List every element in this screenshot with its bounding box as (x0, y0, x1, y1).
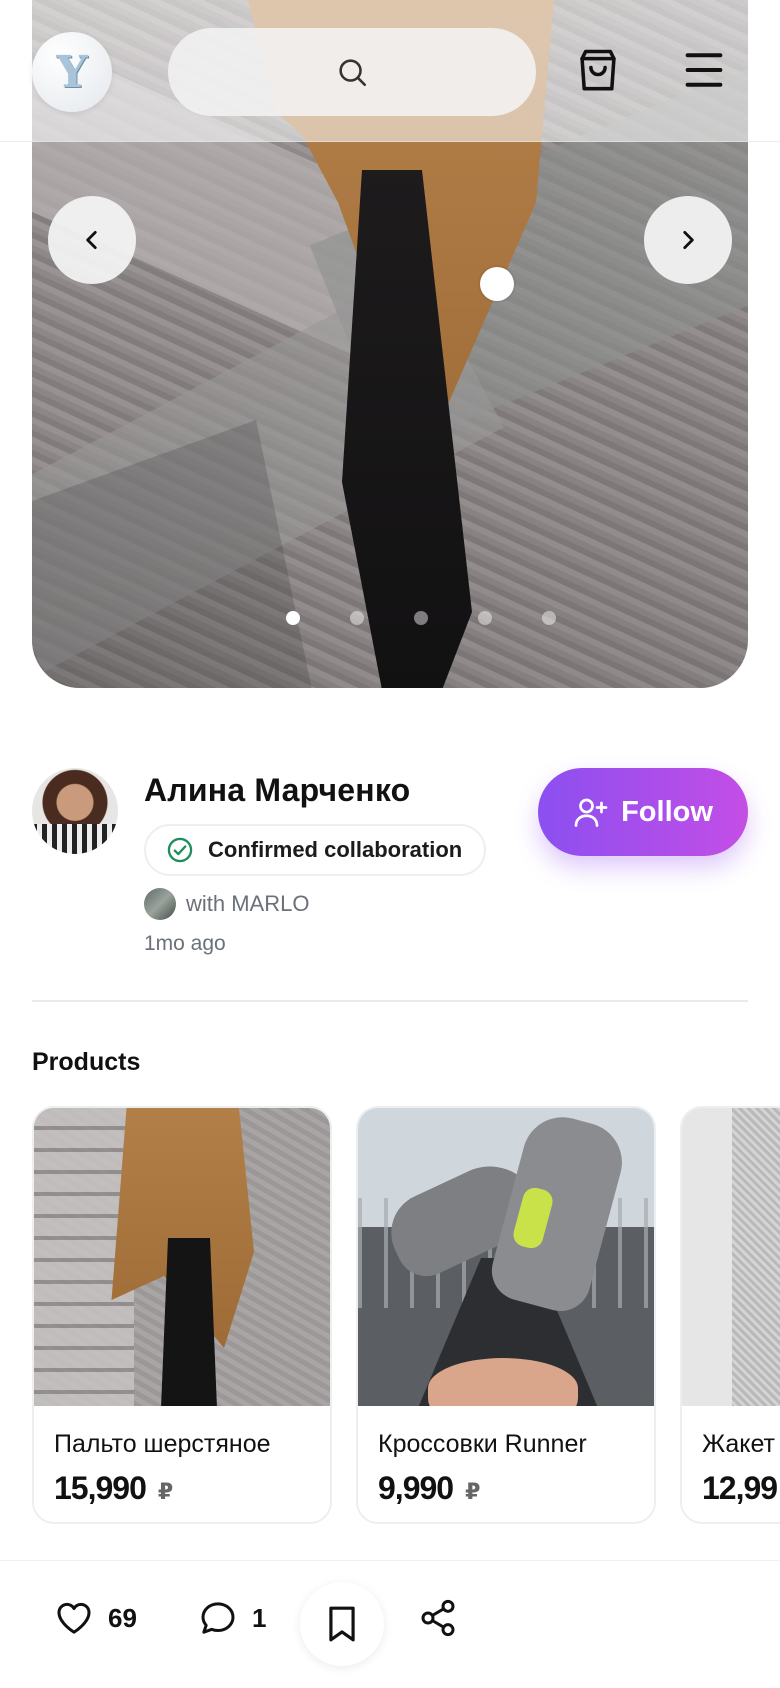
currency-symbol: ₽ (157, 1479, 174, 1504)
bookmark-button[interactable] (300, 1582, 384, 1666)
comment-count: 1 (252, 1602, 267, 1633)
brand-collab-text: with MARLO (186, 891, 310, 916)
verified-check-icon (167, 837, 193, 863)
comment-icon (201, 1602, 235, 1634)
search-button[interactable] (168, 28, 536, 116)
carousel-dot[interactable] (350, 611, 364, 625)
product-price: 12,99 (702, 1470, 780, 1507)
product-name: Пальто шерстяное (54, 1430, 271, 1458)
product-image (682, 1108, 780, 1406)
logo-letter: Y (56, 46, 88, 98)
products-title: Products (32, 1048, 141, 1076)
heart-icon (57, 1602, 91, 1634)
carousel-dot[interactable] (478, 611, 492, 625)
price-value: 15,990 (54, 1470, 147, 1506)
price-value: 9,990 (378, 1470, 454, 1506)
product-card[interactable]: Пальто шерстяное 15,990 ₽ (32, 1106, 332, 1524)
product-image (34, 1108, 330, 1406)
author-avatar[interactable] (32, 768, 118, 854)
app-logo[interactable]: Y (32, 32, 112, 112)
like-button[interactable]: 69 (54, 1598, 137, 1638)
product-name: Жакет (702, 1430, 776, 1458)
brand-collab-row[interactable]: with MARLO (144, 888, 309, 920)
collaboration-label: Confirmed collaboration (208, 837, 463, 862)
carousel-next-button[interactable] (644, 196, 732, 284)
follow-label: Follow (621, 795, 713, 828)
product-card[interactable]: Жакет 12,99 (680, 1106, 780, 1524)
chevron-left-icon (86, 231, 97, 249)
shopping-bag-icon[interactable] (576, 48, 620, 94)
post-timestamp: 1mo ago (144, 932, 226, 955)
product-name: Кроссовки Runner (378, 1430, 587, 1458)
carousel-dot[interactable] (414, 611, 428, 625)
price-value: 12,99 (702, 1470, 778, 1506)
user-plus-icon (574, 798, 608, 827)
product-card[interactable]: Кроссовки Runner 9,990 ₽ (356, 1106, 656, 1524)
carousel-dot[interactable] (286, 611, 300, 625)
brand-avatar (144, 888, 176, 920)
carousel-pagination (286, 611, 556, 625)
product-image (358, 1108, 654, 1406)
avatar-detail (32, 824, 118, 854)
carousel-prev-button[interactable] (48, 196, 136, 284)
currency-symbol: ₽ (465, 1479, 481, 1504)
product-image-detail (732, 1108, 780, 1406)
comment-button[interactable]: 1 (198, 1598, 266, 1638)
share-icon (421, 1599, 455, 1637)
top-header: Y (0, 0, 780, 142)
product-price: 15,990 ₽ (54, 1470, 173, 1507)
bookmark-icon (329, 1606, 355, 1642)
like-count: 69 (108, 1602, 137, 1633)
products-carousel[interactable]: Пальто шерстяное 15,990 ₽ Кроссовки Runn… (32, 1106, 780, 1526)
section-divider (32, 1000, 748, 1002)
author-name[interactable]: Алина Марченко (144, 772, 410, 809)
follow-button[interactable]: Follow (538, 768, 748, 856)
carousel-dot[interactable] (542, 611, 556, 625)
search-icon (339, 59, 367, 87)
chevron-right-icon (683, 231, 694, 249)
product-tag-marker[interactable] (480, 267, 514, 301)
collaboration-badge: Confirmed collaboration (144, 824, 486, 876)
product-price: 9,990 ₽ (378, 1470, 480, 1507)
menu-icon[interactable] (684, 52, 724, 88)
share-button[interactable] (418, 1598, 458, 1638)
